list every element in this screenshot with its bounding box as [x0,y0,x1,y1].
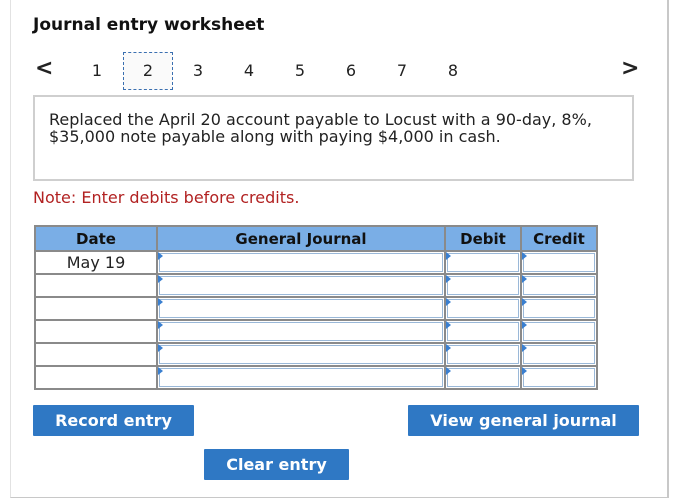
date-cell[interactable] [34,296,158,321]
credit-input[interactable] [520,273,598,298]
worksheet-panel: Journal entry worksheet < 1 2 3 4 5 6 7 … [10,0,669,498]
column-header-date: Date [34,225,158,252]
dropdown-marker-icon [158,367,163,375]
page-3[interactable]: 3 [188,61,208,80]
account-input[interactable] [156,365,446,390]
dropdown-marker-icon [158,275,163,283]
dropdown-marker-icon [158,252,163,260]
entry-pagination: < 1 2 3 4 5 6 7 8 > [11,52,667,92]
column-header-general-journal: General Journal [156,225,446,252]
page-7[interactable]: 7 [392,61,412,80]
instruction-note: Note: Enter debits before credits. [33,188,300,207]
clear-entry-button[interactable]: Clear entry [204,449,349,480]
date-cell[interactable] [34,273,158,298]
dropdown-marker-icon [522,321,527,329]
credit-input[interactable] [520,319,598,344]
page-1[interactable]: 1 [87,61,107,80]
journal-entry-table: Date General Journal Debit Credit May 19 [34,225,598,390]
dropdown-marker-icon [446,275,451,283]
dropdown-marker-icon [446,252,451,260]
dropdown-marker-icon [522,252,527,260]
view-general-journal-button[interactable]: View general journal [408,405,639,436]
credit-input[interactable] [520,365,598,390]
page-2[interactable]: 2 [123,52,173,90]
dropdown-marker-icon [522,275,527,283]
credit-input[interactable] [520,342,598,367]
table-row [34,365,598,390]
dropdown-marker-icon [522,367,527,375]
column-header-credit: Credit [520,225,598,252]
dropdown-marker-icon [446,321,451,329]
worksheet-title: Journal entry worksheet [33,15,265,35]
account-input[interactable] [156,273,446,298]
table-row [34,273,598,298]
dropdown-marker-icon [522,344,527,352]
dropdown-marker-icon [446,344,451,352]
credit-input[interactable] [520,250,598,275]
account-input[interactable] [156,319,446,344]
table-row [34,296,598,321]
dropdown-marker-icon [158,344,163,352]
prev-arrow-icon[interactable]: < [35,56,53,81]
dropdown-marker-icon [446,367,451,375]
column-header-debit: Debit [444,225,522,252]
table-row: May 19 [34,250,598,275]
debit-input[interactable] [444,250,522,275]
dropdown-marker-icon [446,298,451,306]
debit-input[interactable] [444,273,522,298]
date-cell[interactable] [34,319,158,344]
page-5[interactable]: 5 [290,61,310,80]
page-4[interactable]: 4 [239,61,259,80]
transaction-description-box: Replaced the April 20 account payable to… [33,95,634,181]
table-row [34,342,598,367]
account-input[interactable] [156,296,446,321]
date-cell[interactable] [34,342,158,367]
debit-input[interactable] [444,365,522,390]
page-8[interactable]: 8 [443,61,463,80]
credit-input[interactable] [520,296,598,321]
account-input[interactable] [156,342,446,367]
date-cell[interactable]: May 19 [34,250,158,275]
debit-input[interactable] [444,342,522,367]
dropdown-marker-icon [158,321,163,329]
transaction-description: Replaced the April 20 account payable to… [49,110,592,146]
debit-input[interactable] [444,319,522,344]
date-cell[interactable] [34,365,158,390]
table-row [34,319,598,344]
page-6[interactable]: 6 [341,61,361,80]
account-input[interactable] [156,250,446,275]
dropdown-marker-icon [522,298,527,306]
dropdown-marker-icon [158,298,163,306]
next-arrow-icon[interactable]: > [621,56,639,81]
record-entry-button[interactable]: Record entry [33,405,194,436]
debit-input[interactable] [444,296,522,321]
